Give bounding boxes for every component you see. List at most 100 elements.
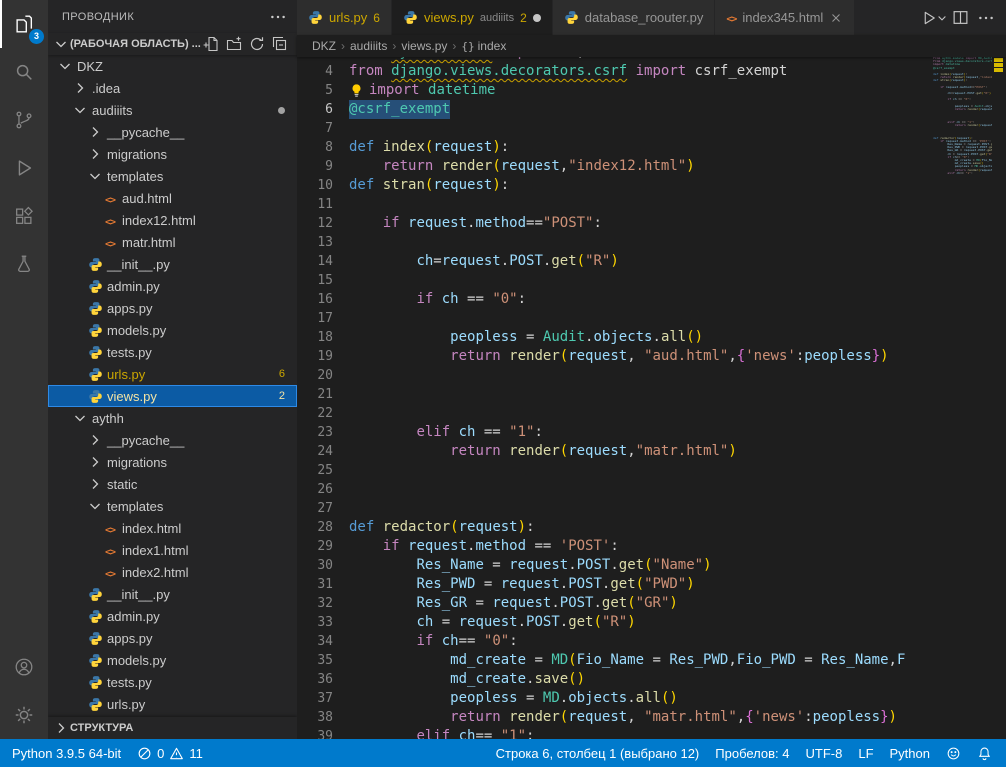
tree-file-views.py[interactable]: views.py2 [48, 385, 297, 407]
tree-file-models.py[interactable]: models.py [48, 319, 297, 341]
line-number[interactable]: 31 [297, 575, 349, 594]
tree-file-aud.html[interactable]: <>aud.html [48, 187, 297, 209]
line-number[interactable]: 17 [297, 309, 349, 328]
tree-file-matr.html[interactable]: <>matr.html [48, 231, 297, 253]
code-line-17[interactable]: 17 [297, 309, 1006, 328]
line-number[interactable]: 13 [297, 233, 349, 252]
code-line-23[interactable]: 23 elif ch == "1": [297, 423, 1006, 442]
tree-folder-DKZ[interactable]: DKZ [48, 55, 297, 77]
tree-file-__init__.py[interactable]: __init__.py [48, 583, 297, 605]
code-line-15[interactable]: 15 [297, 271, 1006, 290]
encoding-status[interactable]: UTF-8 [798, 739, 851, 767]
code-line-27[interactable]: 27 [297, 499, 1006, 518]
tree-file-tests.py[interactable]: tests.py [48, 341, 297, 363]
language-mode-status[interactable]: Python [882, 739, 938, 767]
tab-database_roouter.py[interactable]: database_roouter.py [553, 0, 716, 35]
line-number[interactable]: 9 [297, 157, 349, 176]
line-number[interactable]: 14 [297, 252, 349, 271]
code-line-32[interactable]: 32 Res_GR = request.POST.get("GR") [297, 594, 1006, 613]
line-number[interactable]: 21 [297, 385, 349, 404]
line-number[interactable]: 18 [297, 328, 349, 347]
breadcrumb-item-audiiits[interactable]: audiiits [350, 39, 387, 53]
line-number[interactable]: 26 [297, 480, 349, 499]
tree-file-admin.py[interactable]: admin.py [48, 605, 297, 627]
line-number[interactable]: 29 [297, 537, 349, 556]
tree-folder-templates[interactable]: templates [48, 495, 297, 517]
tree-folder-migrations[interactable]: migrations [48, 143, 297, 165]
line-number[interactable]: 6 [297, 100, 349, 119]
line-number[interactable]: 37 [297, 689, 349, 708]
line-number[interactable]: 20 [297, 366, 349, 385]
code-line-39[interactable]: 39 elif ch== "1": [297, 727, 1006, 739]
new-file-button[interactable] [201, 34, 221, 54]
minimap[interactable]: from aythh.models import MD,Auditfrom dj… [930, 57, 992, 739]
feedback-button[interactable] [938, 739, 969, 767]
line-number[interactable]: 34 [297, 632, 349, 651]
breadcrumb-item-index[interactable]: {}index [461, 39, 506, 53]
line-number[interactable]: 4 [297, 62, 349, 81]
tree-file-urls.py[interactable]: urls.py6 [48, 363, 297, 385]
code-line-4[interactable]: 4from django.views.decorators.csrf impor… [297, 62, 1006, 81]
line-number[interactable]: 15 [297, 271, 349, 290]
line-number[interactable]: 30 [297, 556, 349, 575]
code-line-20[interactable]: 20 [297, 366, 1006, 385]
code-line-25[interactable]: 25 [297, 461, 1006, 480]
tree-folder-audiiits[interactable]: audiiits [48, 99, 297, 121]
code-line-19[interactable]: 19 return render(request, "aud.html",{'n… [297, 347, 1006, 366]
code-line-13[interactable]: 13 [297, 233, 1006, 252]
problems-status[interactable]: 0 11 [129, 739, 211, 767]
line-number[interactable]: 36 [297, 670, 349, 689]
tree-folder-__pycache__[interactable]: __pycache__ [48, 429, 297, 451]
run-dropdown-button[interactable] [935, 5, 948, 30]
line-number[interactable]: 35 [297, 651, 349, 670]
line-number[interactable]: 32 [297, 594, 349, 613]
activity-account-button[interactable] [0, 643, 48, 691]
code-line-26[interactable]: 26 [297, 480, 1006, 499]
code-line-10[interactable]: 10def stran(request): [297, 176, 1006, 195]
line-number[interactable]: 38 [297, 708, 349, 727]
tree-file-apps.py[interactable]: apps.py [48, 297, 297, 319]
activity-search-button[interactable] [0, 48, 48, 96]
code-line-9[interactable]: 9 return render(request,"index12.html") [297, 157, 1006, 176]
tree-folder-templates[interactable]: templates [48, 165, 297, 187]
line-number[interactable]: 16 [297, 290, 349, 309]
line-number[interactable]: 27 [297, 499, 349, 518]
tree-file-index2.html[interactable]: <>index2.html [48, 561, 297, 583]
line-number[interactable]: 11 [297, 195, 349, 214]
line-number[interactable]: 25 [297, 461, 349, 480]
notifications-button[interactable] [969, 739, 1000, 767]
line-number[interactable]: 5 [297, 81, 349, 100]
code-line-37[interactable]: 37 peopless = MD.objects.all() [297, 689, 1006, 708]
python-interpreter-status[interactable]: Python 3.9.5 64-bit [4, 739, 129, 767]
tree-file-__init__.py[interactable]: __init__.py [48, 253, 297, 275]
split-editor-button[interactable] [948, 5, 973, 30]
line-number[interactable]: 24 [297, 442, 349, 461]
tab-close-button[interactable] [829, 11, 843, 25]
activity-extensions-button[interactable] [0, 192, 48, 240]
tree-folder-.idea[interactable]: .idea [48, 77, 297, 99]
code-line-5[interactable]: 5import datetime [297, 81, 1006, 100]
eol-status[interactable]: LF [850, 739, 881, 767]
breadcrumb-item-DKZ[interactable]: DKZ [312, 39, 336, 53]
indentation-status[interactable]: Пробелов: 4 [707, 739, 797, 767]
code-line-11[interactable]: 11 [297, 195, 1006, 214]
activity-run-debug-button[interactable] [0, 144, 48, 192]
tree-folder-__pycache__[interactable]: __pycache__ [48, 121, 297, 143]
tree-file-admin.py[interactable]: admin.py [48, 275, 297, 297]
explorer-more-actions-button[interactable] [267, 6, 289, 28]
code-line-29[interactable]: 29 if request.method == 'POST': [297, 537, 1006, 556]
code-line-28[interactable]: 28def redactor(request): [297, 518, 1006, 537]
code-line-8[interactable]: 8def index(request): [297, 138, 1006, 157]
line-number[interactable]: 8 [297, 138, 349, 157]
tree-file-index12.html[interactable]: <>index12.html [48, 209, 297, 231]
tree-file-index1.html[interactable]: <>index1.html [48, 539, 297, 561]
more-editor-actions-button[interactable] [973, 5, 998, 30]
tree-file-index.html[interactable]: <>index.html [48, 517, 297, 539]
activity-source-control-button[interactable] [0, 96, 48, 144]
tree-file-apps.py[interactable]: apps.py [48, 627, 297, 649]
code-line-7[interactable]: 7 [297, 119, 1006, 138]
activity-explorer-button[interactable]: 3 [0, 0, 48, 48]
activity-settings-button[interactable] [0, 691, 48, 739]
line-number[interactable]: 12 [297, 214, 349, 233]
line-number[interactable]: 39 [297, 727, 349, 739]
